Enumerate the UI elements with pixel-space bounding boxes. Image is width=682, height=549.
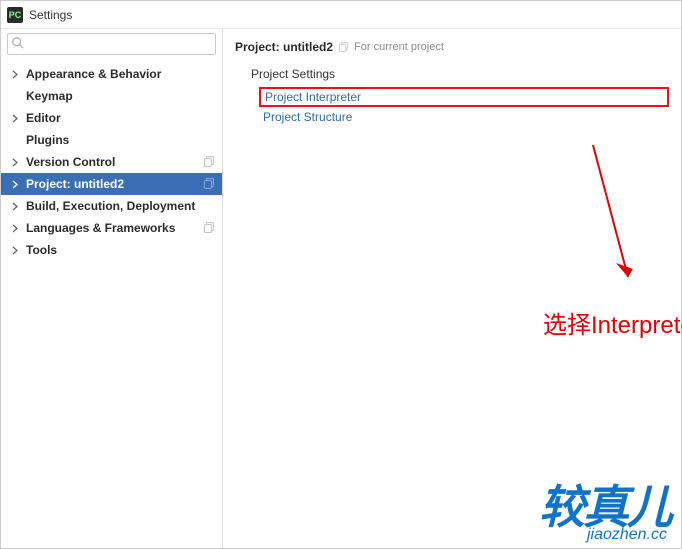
sidebar-item-label: Project: untitled2 xyxy=(26,177,204,191)
sidebar-item-tools[interactable]: Tools xyxy=(1,239,222,261)
annotation-arrow xyxy=(573,139,653,299)
titlebar: PC Settings xyxy=(1,1,681,29)
chevron-right-icon xyxy=(11,70,20,79)
chevron-right-icon xyxy=(11,224,20,233)
chevron-right-icon xyxy=(11,114,20,123)
for-current-label: For current project xyxy=(354,41,444,53)
sidebar-item-label: Version Control xyxy=(26,155,204,169)
sidebar-item-languages-frameworks[interactable]: Languages & Frameworks xyxy=(1,217,222,239)
settings-link-project-structure[interactable]: Project Structure xyxy=(259,107,669,127)
search-icon xyxy=(11,36,25,50)
sidebar-item-label: Editor xyxy=(26,111,216,125)
sidebar-item-label: Appearance & Behavior xyxy=(26,67,216,81)
chevron-right-icon xyxy=(11,180,20,189)
content-pane: Project: untitled2 For current project P… xyxy=(223,29,681,548)
breadcrumb: Project: untitled2 xyxy=(235,40,333,54)
sidebar-item-label: Build, Execution, Deployment xyxy=(26,199,216,213)
sidebar-item-project-untitled2[interactable]: Project: untitled2 xyxy=(1,173,222,195)
sidebar-item-label: Languages & Frameworks xyxy=(26,221,204,235)
sidebar: Appearance & Behavior Keymap Editor Plugins… xyxy=(1,29,223,548)
chevron-right-icon xyxy=(11,202,20,211)
section-title: Project Settings xyxy=(251,67,669,81)
content-header: Project: untitled2 For current project xyxy=(235,37,669,57)
sidebar-item-version-control[interactable]: Version Control xyxy=(1,151,222,173)
settings-tree: Appearance & Behavior Keymap Editor Plugins… xyxy=(1,61,222,261)
sidebar-item-label: Tools xyxy=(26,243,216,257)
copy-icon xyxy=(204,156,216,168)
for-current-badge: For current project xyxy=(339,41,444,53)
copy-icon xyxy=(204,222,216,234)
sidebar-item-build-execution-deployment[interactable]: Build, Execution, Deployment xyxy=(1,195,222,217)
search-input[interactable] xyxy=(7,33,216,55)
sidebar-item-label: Keymap xyxy=(26,89,216,103)
sidebar-item-editor[interactable]: Editor xyxy=(1,107,222,129)
chevron-right-icon xyxy=(11,246,20,255)
sidebar-item-label: Plugins xyxy=(26,133,216,147)
settings-links: Project InterpreterProject Structure xyxy=(259,87,669,127)
window-title: Settings xyxy=(29,8,72,22)
copy-icon xyxy=(204,178,216,190)
annotation-text: 选择Interpreter xyxy=(543,305,682,340)
app-icon: PC xyxy=(7,7,23,23)
settings-link-project-interpreter[interactable]: Project Interpreter xyxy=(259,87,669,107)
sidebar-item-appearance-behavior[interactable]: Appearance & Behavior xyxy=(1,63,222,85)
copy-icon xyxy=(339,42,350,53)
sidebar-item-keymap[interactable]: Keymap xyxy=(1,85,222,107)
sidebar-item-plugins[interactable]: Plugins xyxy=(1,129,222,151)
chevron-right-icon xyxy=(11,158,20,167)
